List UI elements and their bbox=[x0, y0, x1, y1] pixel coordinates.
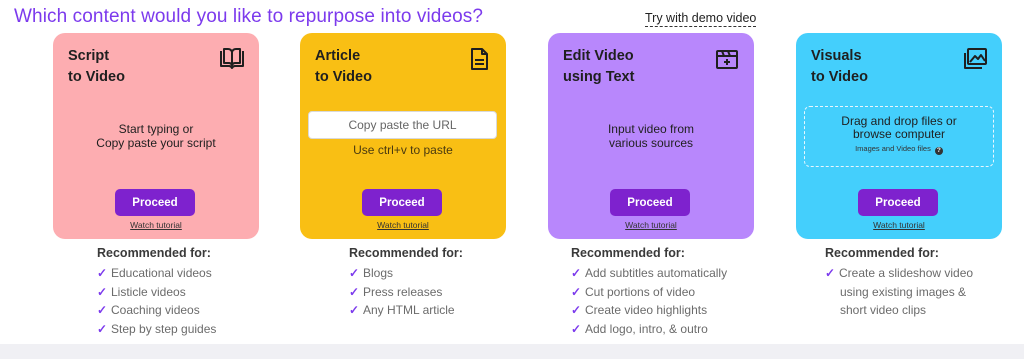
card-description-line2: various sources bbox=[608, 136, 694, 150]
proceed-button[interactable]: Proceed bbox=[858, 189, 938, 216]
card-title: Visuals to Video bbox=[811, 46, 868, 88]
watch-tutorial-link[interactable]: Watch tutorial bbox=[300, 220, 506, 230]
list-item-text: Add logo, intro, & outro bbox=[585, 321, 708, 336]
paste-hint: Use ctrl+v to paste bbox=[353, 143, 453, 157]
list-item-text: Create video highlights bbox=[585, 303, 708, 317]
card-title: Edit Video using Text bbox=[563, 46, 634, 88]
list-item: ✓ Blogs bbox=[349, 264, 463, 283]
demo-video-link[interactable]: Try with demo video bbox=[645, 11, 757, 27]
card-title-line2: to Video bbox=[315, 69, 372, 85]
check-icon: ✓ bbox=[349, 303, 360, 317]
list-item-text: Create a slideshow video bbox=[839, 266, 974, 280]
list-item: ✓ Add subtitles automatically bbox=[571, 264, 727, 283]
list-item-continuation: short video clips bbox=[840, 303, 927, 317]
list-item-text: Listicle videos bbox=[111, 284, 186, 299]
recommended-label: Recommended for: bbox=[97, 246, 211, 260]
check-icon: ✓ bbox=[349, 266, 360, 280]
recommended-visuals: Recommended for: ✓ Create a slideshow vid… bbox=[825, 246, 973, 320]
document-icon bbox=[466, 47, 492, 71]
video-edit-icon bbox=[714, 47, 740, 71]
list-item-text: Cut portions of video bbox=[585, 284, 696, 299]
check-icon: ✓ bbox=[97, 284, 108, 299]
card-description: Input video from various sources bbox=[548, 122, 754, 150]
check-icon: ✓ bbox=[571, 284, 582, 299]
proceed-button[interactable]: Proceed bbox=[362, 189, 442, 216]
list-item: ✓ Listicle videos bbox=[97, 283, 216, 302]
dropzone-text: Drag and drop files or browse computer bbox=[805, 115, 993, 141]
dropzone-subtext: Images and Video files ? bbox=[805, 144, 993, 155]
check-icon: ✓ bbox=[97, 303, 108, 317]
card-description-line2: Copy paste your script bbox=[96, 136, 216, 150]
list-item-text: Blogs bbox=[363, 266, 394, 280]
list-item-text: Coaching videos bbox=[111, 303, 200, 317]
open-book-icon bbox=[219, 47, 245, 71]
card-title-line2: to Video bbox=[811, 69, 868, 85]
recommended-edit: Recommended for: ✓ Add subtitles automati… bbox=[571, 246, 727, 338]
watch-tutorial-link[interactable]: Watch tutorial bbox=[548, 220, 754, 230]
recommended-label: Recommended for: bbox=[349, 246, 463, 260]
list-item: ✓ Step by step guides bbox=[97, 320, 216, 339]
dropzone-text-line2: browse computer bbox=[852, 127, 946, 141]
list-item: ✓ Educational videos bbox=[97, 264, 216, 283]
list-item-continuation: using existing images & bbox=[840, 284, 967, 299]
card-description-line1: Input video from bbox=[607, 122, 695, 136]
card-description: Start typing or Copy paste your script bbox=[53, 122, 259, 150]
card-description-line1: Start typing or bbox=[118, 122, 194, 136]
list-item: ✓ Create a slideshow video bbox=[825, 264, 973, 283]
script-to-video-card[interactable]: Script to Video Start typing or Copy pas… bbox=[53, 33, 259, 239]
card-title-line1: Script bbox=[68, 48, 110, 64]
file-dropzone[interactable]: Drag and drop files or browse computer I… bbox=[804, 106, 994, 167]
list-item-text: Step by step guides bbox=[111, 321, 217, 336]
recommended-label: Recommended for: bbox=[825, 246, 939, 260]
page-title: Which content would you like to repurpos… bbox=[14, 6, 484, 27]
recommended-article: Recommended for: ✓ Blogs ✓ Press releases … bbox=[349, 246, 463, 320]
check-icon: ✓ bbox=[97, 321, 108, 336]
check-icon: ✓ bbox=[825, 266, 836, 280]
list-item: ✓ Any HTML article bbox=[349, 301, 463, 320]
check-icon: ✓ bbox=[97, 266, 108, 280]
list-item-text: Educational videos bbox=[111, 266, 212, 280]
article-to-video-card[interactable]: Article to Video Use ctrl+v to paste Pro… bbox=[300, 33, 506, 239]
list-item: ✓ Coaching videos bbox=[97, 301, 216, 320]
check-icon: ✓ bbox=[349, 284, 360, 299]
recommended-label: Recommended for: bbox=[571, 246, 685, 260]
edit-video-card[interactable]: Edit Video using Text Input video from v… bbox=[548, 33, 754, 239]
watch-tutorial-link[interactable]: Watch tutorial bbox=[53, 220, 259, 230]
visuals-to-video-card[interactable]: Visuals to Video Drag and drop files or … bbox=[796, 33, 1002, 239]
proceed-button[interactable]: Proceed bbox=[610, 189, 690, 216]
card-title: Script to Video bbox=[68, 46, 125, 88]
file-types-label: Images and Video files bbox=[855, 144, 931, 153]
card-title-line1: Article bbox=[315, 48, 361, 64]
check-icon: ✓ bbox=[571, 266, 582, 280]
card-title-line1: Edit Video bbox=[563, 48, 634, 64]
recommended-script: Recommended for: ✓ Educational videos ✓ Li… bbox=[97, 246, 216, 338]
check-icon: ✓ bbox=[571, 303, 582, 317]
images-icon bbox=[962, 47, 988, 71]
card-title: Article to Video bbox=[315, 46, 372, 88]
card-title-line2: using Text bbox=[563, 69, 635, 85]
list-item-text: Any HTML article bbox=[363, 303, 455, 317]
list-item: ✓ Add logo, intro, & outro bbox=[571, 320, 727, 339]
card-title-line1: Visuals bbox=[811, 48, 862, 64]
card-title-line2: to Video bbox=[68, 69, 125, 85]
url-input[interactable] bbox=[308, 111, 497, 139]
list-item-text: Press releases bbox=[363, 284, 443, 299]
list-item: ✓ Cut portions of video bbox=[571, 283, 727, 302]
help-icon[interactable]: ? bbox=[934, 147, 943, 155]
proceed-button[interactable]: Proceed bbox=[115, 189, 195, 216]
watch-tutorial-link[interactable]: Watch tutorial bbox=[796, 220, 1002, 230]
list-item: ✓ Create video highlights bbox=[571, 301, 727, 320]
list-item: ✓ Press releases bbox=[349, 283, 463, 302]
check-icon: ✓ bbox=[571, 321, 582, 336]
list-item-text: Add subtitles automatically bbox=[585, 266, 728, 280]
